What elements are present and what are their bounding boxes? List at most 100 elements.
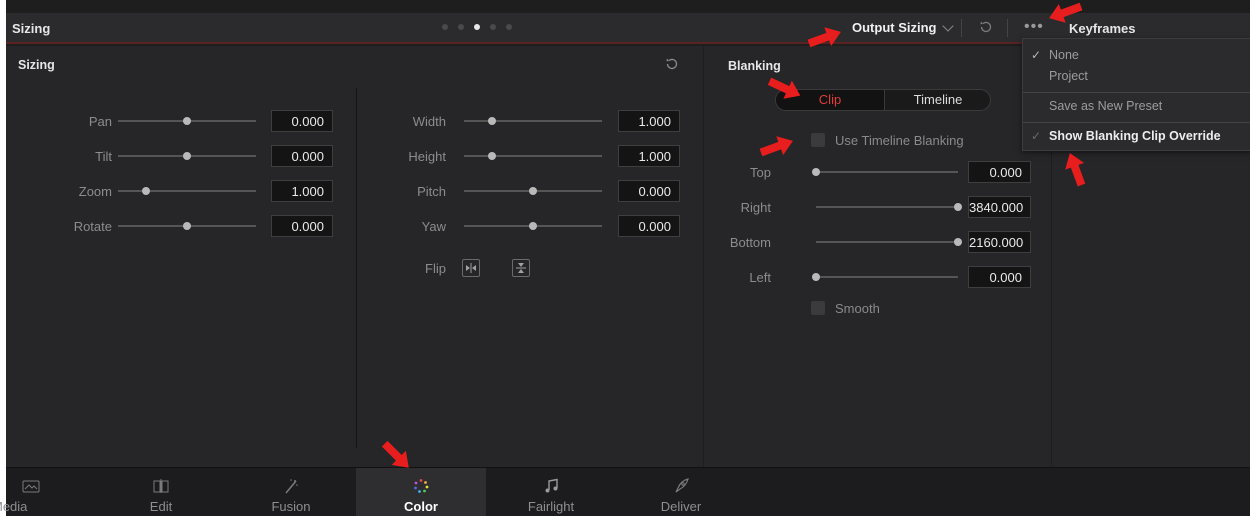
app-window: Sizing Output Sizing ••• Sizing Pan 0.000… <box>0 0 1250 516</box>
slider-knob[interactable] <box>812 168 820 176</box>
param-value-field[interactable]: 1.000 <box>618 110 680 132</box>
param-value-field[interactable]: 0.000 <box>618 180 680 202</box>
menu-separator <box>1023 122 1250 123</box>
menu-item-save-preset[interactable]: Save as New Preset <box>1049 99 1162 113</box>
page-dot[interactable] <box>490 24 496 30</box>
param-row: Width <box>386 110 446 132</box>
nav-tab-media[interactable]: Media <box>0 468 96 516</box>
param-row: Pitch <box>386 180 446 202</box>
keyframes-title: Keyframes <box>1069 21 1136 36</box>
param-label: Tilt <box>95 149 112 164</box>
divider <box>961 19 962 37</box>
param-value-field[interactable]: 1.000 <box>618 145 680 167</box>
slider-knob[interactable] <box>487 117 496 125</box>
output-sizing-dropdown[interactable]: Output Sizing <box>852 19 955 35</box>
blanking-mode-segmented[interactable]: Clip Timeline <box>775 89 991 111</box>
param-slider[interactable] <box>464 152 602 160</box>
param-value-field[interactable]: 0.000 <box>271 145 333 167</box>
param-slider[interactable] <box>464 187 602 195</box>
menu-separator <box>1023 92 1250 93</box>
output-sizing-label: Output Sizing <box>852 20 937 35</box>
sizing-panel-title: Sizing <box>18 58 55 72</box>
page-indicator[interactable] <box>442 24 512 30</box>
slider-knob[interactable] <box>529 222 537 230</box>
param-value-field[interactable]: 3840.000 <box>968 196 1031 218</box>
param-row: Right <box>724 196 771 218</box>
flip-vertical-button[interactable] <box>512 259 530 277</box>
param-row: Left <box>724 266 771 288</box>
param-value-field[interactable]: 0.000 <box>271 215 333 237</box>
fairlight-icon <box>545 478 558 493</box>
deliver-icon <box>675 478 689 493</box>
reset-icon[interactable] <box>978 19 994 35</box>
param-row: Top <box>724 161 771 183</box>
param-label: Pitch <box>417 184 446 199</box>
param-value-field[interactable]: 0.000 <box>968 161 1031 183</box>
slider-knob[interactable] <box>141 187 150 195</box>
segment-clip[interactable]: Clip <box>776 90 884 110</box>
slider-knob[interactable] <box>954 238 962 246</box>
page-dot[interactable] <box>506 24 512 30</box>
nav-tab-fairlight[interactable]: Fairlight <box>486 468 616 516</box>
param-value-field[interactable]: 0.000 <box>271 110 333 132</box>
checkmark-icon: ✓ <box>1031 129 1042 143</box>
fusion-icon <box>285 479 298 494</box>
param-value-field[interactable]: 0.000 <box>968 266 1031 288</box>
param-label: Pan <box>88 114 112 129</box>
checkmark-icon: ✓ <box>1031 48 1042 62</box>
slider-knob[interactable] <box>954 203 962 211</box>
param-value-field[interactable]: 0.000 <box>618 215 680 237</box>
flip-horizontal-button[interactable] <box>462 259 480 277</box>
use-timeline-blanking-checkbox[interactable] <box>811 133 825 147</box>
preset-dropdown-menu: ✓ None Project Save as New Preset ✓ Show… <box>1022 38 1250 151</box>
nav-tab-color[interactable]: Color <box>356 468 486 516</box>
param-slider[interactable] <box>464 117 602 125</box>
nav-tab-label: Deliver <box>660 499 702 514</box>
param-row: Zoom <box>26 180 112 202</box>
page-dot-active[interactable] <box>474 24 480 30</box>
param-value-field[interactable]: 2160.000 <box>968 231 1031 253</box>
slider-knob[interactable] <box>812 273 820 281</box>
flip-label: Flip <box>425 261 446 276</box>
param-row: Height <box>386 145 446 167</box>
page-dot[interactable] <box>458 24 464 30</box>
param-label: Height <box>408 149 446 164</box>
param-slider[interactable] <box>118 187 256 195</box>
menu-item-none[interactable]: None <box>1049 48 1079 62</box>
nav-tab-edit[interactable]: Edit <box>96 468 226 516</box>
nav-tab-label: Media <box>0 499 28 514</box>
blanking-panel: Blanking Clip Timeline Use Timeline Blan… <box>704 46 1051 467</box>
nav-tab-fusion[interactable]: Fusion <box>226 468 356 516</box>
param-slider[interactable] <box>812 273 958 281</box>
param-slider[interactable] <box>812 168 958 176</box>
param-slider[interactable] <box>118 222 256 230</box>
nav-tab-deliver[interactable]: Deliver <box>616 468 746 516</box>
slider-knob[interactable] <box>487 152 496 160</box>
param-label: Top <box>750 165 771 180</box>
header-title: Sizing <box>12 21 51 36</box>
segment-timeline[interactable]: Timeline <box>884 90 990 110</box>
slider-knob[interactable] <box>183 152 191 160</box>
smooth-label: Smooth <box>835 301 880 316</box>
nav-tab-label: Edit <box>149 499 173 514</box>
menu-item-show-blanking-clip-override[interactable]: Show Blanking Clip Override <box>1049 129 1221 143</box>
param-slider[interactable] <box>816 238 962 246</box>
more-options-icon[interactable]: ••• <box>1024 19 1044 35</box>
param-value-field[interactable]: 1.000 <box>271 180 333 202</box>
param-slider[interactable] <box>118 152 256 160</box>
param-row: Yaw <box>386 215 446 237</box>
page-dot[interactable] <box>442 24 448 30</box>
nav-tab-label: Color <box>404 499 438 514</box>
param-row: Tilt <box>26 145 112 167</box>
menu-item-project[interactable]: Project <box>1049 69 1088 83</box>
param-row: Rotate <box>26 215 112 237</box>
smooth-checkbox[interactable] <box>811 301 825 315</box>
slider-knob[interactable] <box>183 117 191 125</box>
slider-knob[interactable] <box>183 222 191 230</box>
nav-tab-label: Fusion <box>271 499 311 514</box>
slider-knob[interactable] <box>529 187 537 195</box>
reset-icon[interactable] <box>664 56 680 72</box>
param-slider[interactable] <box>464 222 602 230</box>
param-slider[interactable] <box>118 117 256 125</box>
param-slider[interactable] <box>816 203 962 211</box>
